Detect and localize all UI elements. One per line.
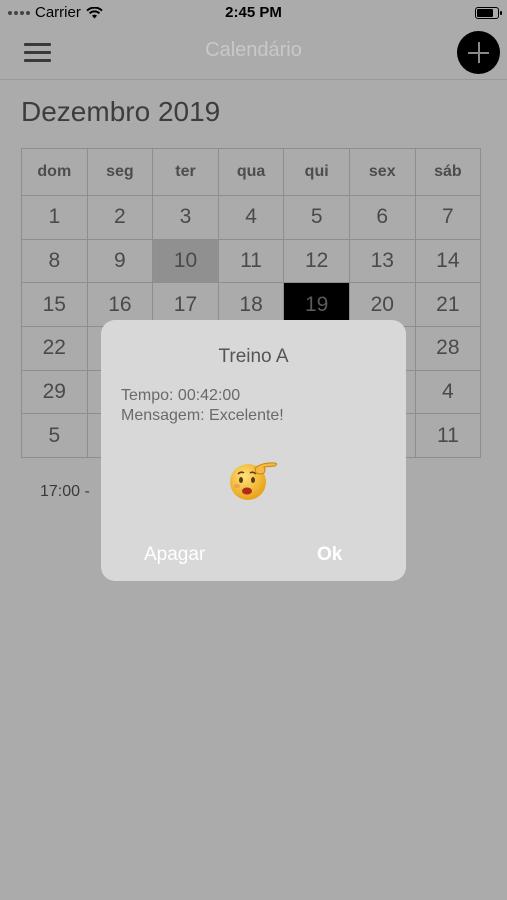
status-bar: Carrier 2:45 PM <box>0 0 507 26</box>
calendar-day[interactable]: 21 <box>414 282 482 328</box>
weekday-thursday: qui <box>283 148 350 196</box>
calendar-day[interactable]: 13 <box>348 238 416 284</box>
weekday-header-row: dom seg ter qua qui sex sáb <box>21 148 482 196</box>
calendar-day[interactable]: 11 <box>217 238 285 284</box>
calendar-day[interactable]: 11 <box>414 413 482 459</box>
dialog-title: Treino A <box>218 346 289 367</box>
status-time: 2:45 PM <box>225 4 282 21</box>
dialog-time-text: Tempo: 00:42:00 <box>121 387 241 404</box>
calendar-day[interactable]: 28 <box>414 326 482 371</box>
weekday-friday: sex <box>348 148 416 196</box>
calendar-day-selected[interactable]: 10 <box>152 238 219 284</box>
calendar-week-2: 8 9 10 11 12 13 14 <box>21 238 482 284</box>
calendar-day[interactable]: 14 <box>414 238 482 284</box>
calendar-day[interactable]: 15 <box>21 282 88 328</box>
calendar-day[interactable]: 7 <box>414 195 482 240</box>
workout-dialog: Treino A Tempo: 00:42:00 Mensagem: Excel… <box>101 320 406 581</box>
calendar-day[interactable]: 8 <box>21 238 88 284</box>
calendar-day[interactable]: 22 <box>21 326 88 371</box>
pointing-hand-worried-face-icon <box>230 462 277 500</box>
add-button[interactable] <box>457 31 500 74</box>
calendar-day[interactable]: 4 <box>217 195 285 240</box>
calendar-day[interactable]: 5 <box>21 413 88 459</box>
month-title: Dezembro 2019 <box>21 96 221 127</box>
calendar-day[interactable]: 12 <box>283 238 350 284</box>
calendar-day[interactable]: 29 <box>21 369 88 415</box>
weekday-sunday: dom <box>21 148 88 196</box>
delete-button[interactable]: Apagar <box>144 544 205 566</box>
ok-button[interactable]: Ok <box>317 544 342 566</box>
nav-title: Calendário <box>205 39 302 61</box>
calendar-week-1: 1 2 3 4 5 6 7 <box>21 195 482 240</box>
weekday-wednesday: qua <box>217 148 285 196</box>
dialog-message-text: Mensagem: Excelente! <box>121 407 284 424</box>
calendar-day[interactable]: 1 <box>21 195 88 240</box>
calendar-day[interactable]: 6 <box>348 195 416 240</box>
calendar-day[interactable]: 4 <box>414 369 482 415</box>
calendar-day[interactable]: 3 <box>152 195 219 240</box>
calendar-day[interactable]: 9 <box>86 238 154 284</box>
weekday-monday: seg <box>86 148 154 196</box>
battery-icon <box>475 7 502 19</box>
calendar-day[interactable]: 5 <box>283 195 350 240</box>
weekday-tuesday: ter <box>152 148 219 196</box>
weekday-saturday: sáb <box>414 148 482 196</box>
event-list-item[interactable]: 17:00 - <box>40 483 90 501</box>
nav-bar: Calendário <box>0 26 507 80</box>
calendar-day[interactable]: 2 <box>86 195 154 240</box>
